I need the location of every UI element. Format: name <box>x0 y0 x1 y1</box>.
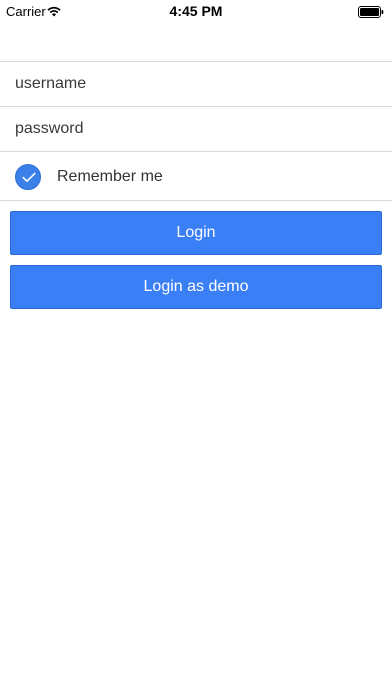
status-time: 4:45 PM <box>169 3 223 19</box>
remember-me-checkbox[interactable] <box>15 164 41 190</box>
battery-icon <box>358 5 384 18</box>
password-row <box>0 106 392 151</box>
login-as-demo-button[interactable]: Login as demo <box>10 265 382 309</box>
remember-me-label: Remember me <box>57 168 163 185</box>
login-screen: Carrier 4:45 PM username Remember me Log… <box>0 0 392 696</box>
username-input[interactable] <box>0 62 392 106</box>
login-form: Remember me <box>0 61 392 201</box>
password-input[interactable] <box>0 107 392 151</box>
checkmark-icon <box>22 172 36 182</box>
username-row <box>0 61 392 106</box>
login-button[interactable]: Login <box>10 211 382 255</box>
status-bar: Carrier 4:45 PM <box>0 0 392 22</box>
remember-me-row[interactable]: Remember me <box>0 151 392 201</box>
